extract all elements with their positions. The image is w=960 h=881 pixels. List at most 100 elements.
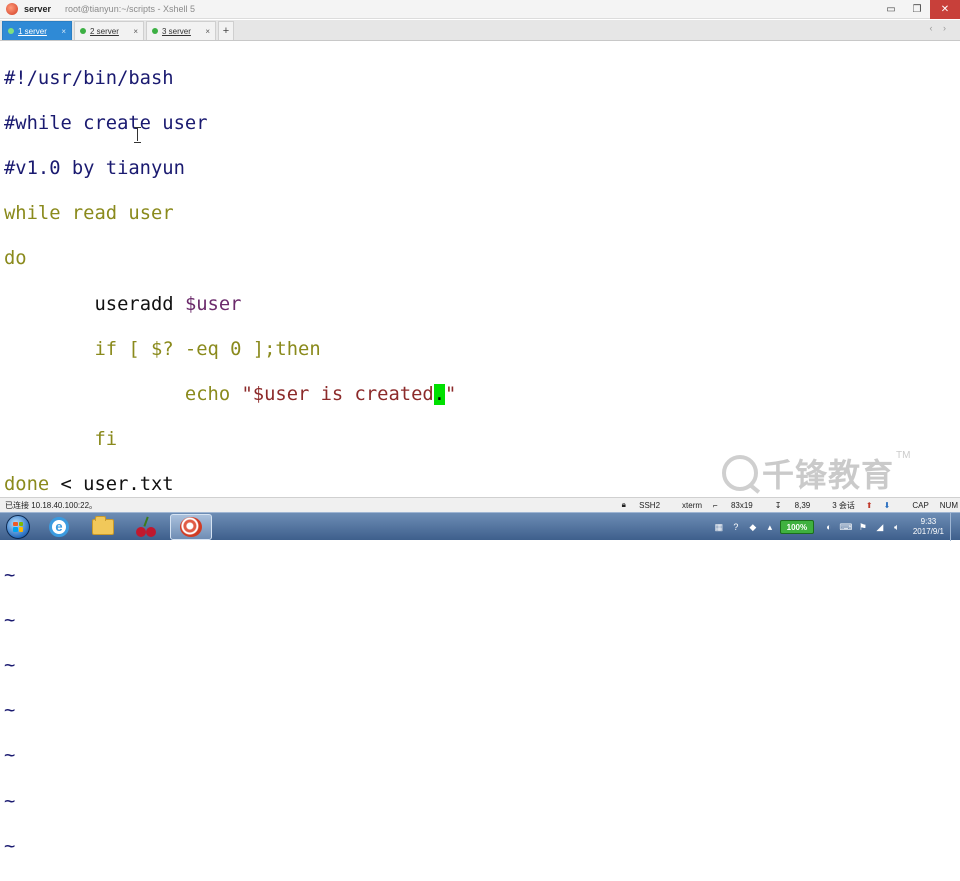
empty-line-tilde: ~ bbox=[4, 835, 16, 857]
session-tab-bar: 1 server × 2 server × 3 server × + ‹ › bbox=[0, 20, 960, 41]
close-button[interactable]: ✕ bbox=[930, 0, 960, 19]
terminal-size-label: 83x19 bbox=[730, 500, 753, 510]
taskbar-cherry-app[interactable] bbox=[126, 514, 168, 540]
code-command: echo bbox=[184, 383, 231, 405]
code-word: user bbox=[128, 203, 174, 225]
window-title: root@tianyun:~/scripts - Xshell 5 bbox=[65, 4, 195, 14]
code-keyword: while bbox=[4, 203, 61, 225]
code-comment: #while create user bbox=[4, 112, 208, 134]
clock-time: 9:33 bbox=[920, 517, 937, 526]
connected-status-dot bbox=[152, 28, 158, 34]
tab-scroll-arrows-icon[interactable]: ‹ › bbox=[930, 23, 951, 33]
cursor-position-label: 8,39 bbox=[794, 500, 811, 510]
code-line: echo "$user is created." bbox=[4, 383, 960, 407]
terminal-size: ⌐ 83x19 bbox=[713, 501, 764, 510]
action-center-flag-icon[interactable]: ⚑ bbox=[856, 520, 870, 534]
lock-icon: 🔒︎ bbox=[621, 500, 626, 509]
terminal-screen[interactable]: #!/usr/bin/bash #while create user #v1.0… bbox=[0, 42, 960, 857]
code-keyword: do bbox=[4, 248, 27, 270]
watermark-search-icon bbox=[722, 455, 758, 491]
num-lock-indicator: NUM bbox=[939, 500, 958, 510]
empty-line-tilde: ~ bbox=[4, 609, 16, 631]
battery-indicator[interactable]: 100% bbox=[779, 520, 814, 534]
session-count: 3 会话 bbox=[832, 500, 855, 510]
code-comment: #v1.0 by tianyun bbox=[4, 157, 185, 179]
code-command: useradd bbox=[94, 293, 174, 315]
new-tab-button[interactable]: + bbox=[218, 21, 234, 40]
windows-taskbar: e ▦ ? ◆ ▴ 100% ◐ ⌨ ⚑ ◢ 🔈︎ 9:33 2017/9/1 bbox=[0, 512, 960, 541]
volume-icon[interactable]: 🔈︎ bbox=[890, 520, 904, 534]
taskbar-xshell[interactable] bbox=[170, 513, 212, 540]
start-button[interactable] bbox=[0, 513, 36, 541]
caps-lock-indicator: CAP bbox=[912, 500, 929, 510]
tab-session-2[interactable]: 2 server × bbox=[74, 21, 144, 40]
help-icon[interactable]: ? bbox=[729, 520, 743, 534]
code-line: useradd $user bbox=[4, 294, 960, 317]
code-line: fi bbox=[4, 429, 960, 452]
status-bar: 已连接 10.18.40.100:22。 🔒︎ SSH2 xterm ⌐ 83x… bbox=[0, 497, 960, 512]
tab-close-icon[interactable]: × bbox=[205, 27, 210, 36]
empty-line-tilde: ~ bbox=[4, 700, 16, 722]
mouse-ibeam-cursor-icon bbox=[134, 127, 141, 143]
xshell-icon bbox=[180, 516, 202, 537]
empty-line-tilde: ~ bbox=[4, 564, 16, 586]
xshell-app-icon[interactable] bbox=[6, 3, 18, 15]
language-icon[interactable]: ⌨ bbox=[839, 520, 853, 534]
code-comment: #!/usr/bin/bash bbox=[4, 67, 174, 89]
protocol-label: SSH2 bbox=[639, 500, 661, 510]
empty-line-tilde: ~ bbox=[4, 655, 16, 677]
tab-label: 1 server bbox=[18, 26, 47, 36]
cursor-position: ↧ 8,39 bbox=[775, 501, 822, 510]
code-line: do bbox=[4, 248, 960, 271]
tab-label: 2 server bbox=[90, 26, 119, 36]
watermark-trademark: TM bbox=[896, 450, 911, 461]
code-test: [ $? -eq 0 ]; bbox=[117, 338, 276, 360]
cherry-icon bbox=[136, 516, 158, 537]
tab-label: 3 server bbox=[162, 26, 191, 36]
tab-close-icon[interactable]: × bbox=[133, 27, 138, 36]
system-tray: ▦ ? ◆ ▴ 100% ◐ ⌨ ⚑ ◢ 🔈︎ 9:33 2017/9/1 bbox=[712, 513, 960, 541]
connected-status-dot bbox=[8, 28, 14, 34]
code-keyword: fi bbox=[94, 429, 118, 451]
network-manager-icon[interactable]: ▦ bbox=[712, 520, 726, 534]
restore-button[interactable]: ❐ bbox=[904, 0, 930, 19]
show-desktop-button[interactable] bbox=[950, 513, 960, 541]
folder-icon bbox=[92, 515, 114, 535]
upload-arrow-icon: ⬆ bbox=[865, 500, 873, 510]
minimize-button[interactable]: ▭ bbox=[878, 0, 904, 19]
resize-icon: ⌐ bbox=[713, 500, 718, 510]
watermark-logo: 千锋教育 TM bbox=[722, 450, 910, 496]
empty-line-tilde: ~ bbox=[4, 745, 16, 767]
app-name: server bbox=[24, 4, 52, 14]
terminal-type: xterm bbox=[682, 500, 703, 510]
download-arrow-icon: ⬇ bbox=[883, 500, 891, 510]
clock-date: 2017/9/1 bbox=[912, 527, 944, 536]
title-bar: server root@tianyun:~/scripts - Xshell 5… bbox=[0, 0, 960, 19]
media-icon[interactable]: ◐ bbox=[822, 520, 836, 534]
transfer-arrows-icon[interactable]: ⬆ ⬇ bbox=[866, 501, 901, 510]
tab-close-icon[interactable]: × bbox=[61, 27, 66, 36]
clock[interactable]: 9:33 2017/9/1 bbox=[913, 517, 944, 537]
tab-session-3[interactable]: 3 server × bbox=[146, 21, 216, 40]
code-line: #while create user bbox=[4, 113, 960, 136]
window-controls: ▭ ❐ ✕ bbox=[878, 0, 960, 19]
connection-status: 已连接 10.18.40.100:22。 bbox=[5, 500, 98, 510]
watermark-text: 千锋教育 bbox=[762, 456, 895, 494]
tab-session-1[interactable]: 1 server × bbox=[2, 21, 72, 40]
taskbar-explorer[interactable] bbox=[82, 514, 124, 540]
protocol-status: 🔒︎ SSH2 bbox=[622, 500, 671, 510]
code-line: #v1.0 by tianyun bbox=[4, 158, 960, 181]
code-keyword: if bbox=[94, 338, 118, 360]
wifi-icon[interactable]: ◢ bbox=[873, 520, 887, 534]
code-keyword: done bbox=[4, 474, 50, 496]
security-shield-icon[interactable]: ◆ bbox=[746, 520, 760, 534]
tray-expand-icon[interactable]: ▴ bbox=[763, 520, 777, 534]
taskbar-ie[interactable]: e bbox=[38, 514, 80, 540]
code-string: " bbox=[445, 383, 457, 405]
code-line: #!/usr/bin/bash bbox=[4, 68, 960, 91]
text-cursor: . bbox=[433, 383, 445, 405]
code-variable: $user bbox=[184, 293, 242, 315]
